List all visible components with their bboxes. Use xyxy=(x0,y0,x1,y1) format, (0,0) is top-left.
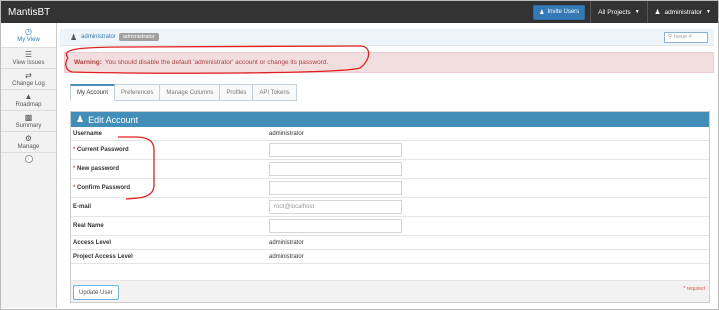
form-row-confirm-password: * Confirm Password xyxy=(71,179,709,198)
sidebar-item-my-view[interactable]: ◷ My View xyxy=(1,23,56,48)
sidebar-item-manage[interactable]: ⚙ Manage xyxy=(1,132,56,153)
search-icon: ⚲ xyxy=(668,34,673,40)
project-selector-label: All Projects xyxy=(598,8,631,16)
top-navbar: MantisBT ♟ Invite Users All Projects ▼ ♟… xyxy=(1,1,718,23)
access-level-label: Access Level xyxy=(73,239,112,246)
confirm-password-label: * Confirm Password xyxy=(71,185,269,191)
confirm-password-label-text: Confirm Password xyxy=(77,185,131,191)
sidebar-item-label: Roadmap xyxy=(15,101,42,108)
new-password-label-text: New password xyxy=(77,166,120,172)
user-menu-label: administrator xyxy=(664,8,703,16)
user-icon: ♟ xyxy=(70,32,78,42)
sidebar-item-summary[interactable]: ▩ Summary xyxy=(1,111,56,132)
sidebar-collapse-button[interactable]: ‹ xyxy=(1,153,56,165)
road-icon: ▲ xyxy=(24,91,33,101)
chevron-down-icon: ▼ xyxy=(634,9,640,15)
tab-preferences[interactable]: Preferences xyxy=(115,84,161,101)
username-label: Username xyxy=(73,130,103,137)
email-label: E-mail xyxy=(73,204,92,210)
form-row-username: Username administrator xyxy=(71,127,709,141)
real-name-label: Real Name xyxy=(73,223,104,229)
chevron-left-icon: ‹ xyxy=(24,155,33,163)
main-content: ♟ administrator administrator ⚲ Issue # … xyxy=(58,23,718,308)
breadcrumb: ♟ administrator administrator ⚲ Issue # xyxy=(60,29,714,46)
edit-account-widget: ♟ Edit Account Username administrator * … xyxy=(70,111,710,303)
required-note: * required xyxy=(683,286,705,292)
username-value: administrator xyxy=(269,130,304,137)
app-brand[interactable]: MantisBT xyxy=(8,7,50,18)
bar-chart-icon: ▩ xyxy=(24,112,33,122)
form-row-project-access-level: Project Access Level administrator xyxy=(71,250,709,264)
retweet-icon: ⇄ xyxy=(25,70,32,80)
invite-users-label: Invite Users xyxy=(547,9,580,15)
confirm-password-field[interactable] xyxy=(269,181,402,195)
project-selector[interactable]: All Projects ▼ xyxy=(590,1,646,23)
project-access-level-value: administrator xyxy=(269,253,304,260)
form-row-email: E-mail root@localhost xyxy=(71,198,709,217)
tab-api-tokens[interactable]: API Tokens xyxy=(253,84,297,101)
account-tabs: My Account Preferences Manage Columns Pr… xyxy=(70,84,297,101)
gears-icon: ⚙ xyxy=(24,133,33,143)
form-row-access-level: Access Level administrator xyxy=(71,236,709,250)
list-icon: ☰ xyxy=(24,49,33,59)
navbar-right: ♟ Invite Users All Projects ▼ ♟ administ… xyxy=(533,1,718,23)
tab-profiles[interactable]: Profiles xyxy=(220,84,254,101)
chevron-down-icon: ▼ xyxy=(706,9,711,15)
dashboard-icon: ◷ xyxy=(25,26,32,36)
sidebar-item-label: My View xyxy=(17,36,40,43)
widget-title: Edit Account xyxy=(88,114,139,125)
breadcrumb-user-link[interactable]: administrator xyxy=(81,34,116,40)
form-row-real-name: Real Name xyxy=(71,217,709,236)
current-password-label-text: Current Password xyxy=(77,147,129,153)
sidebar-item-change-log[interactable]: ⇄ Change Log xyxy=(1,69,56,90)
user-icon: ♟ xyxy=(654,9,661,16)
user-plus-icon: ♟ xyxy=(539,9,545,16)
widget-header: ♟ Edit Account xyxy=(71,112,709,127)
sidebar-item-label: Manage xyxy=(17,143,40,150)
current-password-label: * Current Password xyxy=(71,147,269,153)
required-marker: * xyxy=(73,166,76,172)
user-menu[interactable]: ♟ administrator ▼ xyxy=(646,1,718,23)
required-marker: * xyxy=(73,147,76,153)
sidebar-item-view-issues[interactable]: ☰ View Issues xyxy=(1,48,56,69)
widget-footer: Update User * required xyxy=(71,280,709,302)
sidebar: ◷ My View ☰ View Issues ⇄ Change Log ▲ R… xyxy=(1,23,57,308)
user-icon: ♟ xyxy=(76,114,85,124)
role-badge: administrator xyxy=(118,33,159,41)
tab-manage-columns[interactable]: Manage Columns xyxy=(160,84,221,101)
tab-my-account[interactable]: My Account xyxy=(70,84,116,101)
required-marker: * xyxy=(73,185,76,191)
sidebar-item-label: Summary xyxy=(15,122,42,129)
issue-search-placeholder: Issue # xyxy=(674,34,692,40)
access-level-value: administrator xyxy=(269,239,304,246)
new-password-label: * New password xyxy=(71,166,269,172)
sidebar-item-label: Change Log xyxy=(12,80,45,87)
email-field[interactable]: root@localhost xyxy=(269,200,402,214)
email-value: root@localhost xyxy=(274,204,315,210)
invite-users-button[interactable]: ♟ Invite Users xyxy=(533,4,586,20)
new-password-field[interactable] xyxy=(269,162,402,176)
real-name-field[interactable] xyxy=(269,219,402,233)
warning-text: You should disable the default 'administ… xyxy=(104,59,329,66)
form-row-current-password: * Current Password xyxy=(71,141,709,160)
issue-search-input[interactable]: ⚲ Issue # xyxy=(664,31,708,43)
sidebar-item-roadmap[interactable]: ▲ Roadmap xyxy=(1,90,56,111)
warning-prefix: Warning: xyxy=(74,59,102,66)
form-row-new-password: * New password xyxy=(71,160,709,179)
current-password-field[interactable] xyxy=(269,143,402,157)
sidebar-item-label: View Issues xyxy=(12,59,45,66)
edit-account-form: Username administrator * Current Passwor… xyxy=(71,127,709,264)
warning-alert: Warning: You should disable the default … xyxy=(64,52,714,73)
update-user-button[interactable]: Update User xyxy=(73,285,119,300)
project-access-level-label: Project Access Level xyxy=(73,253,133,260)
